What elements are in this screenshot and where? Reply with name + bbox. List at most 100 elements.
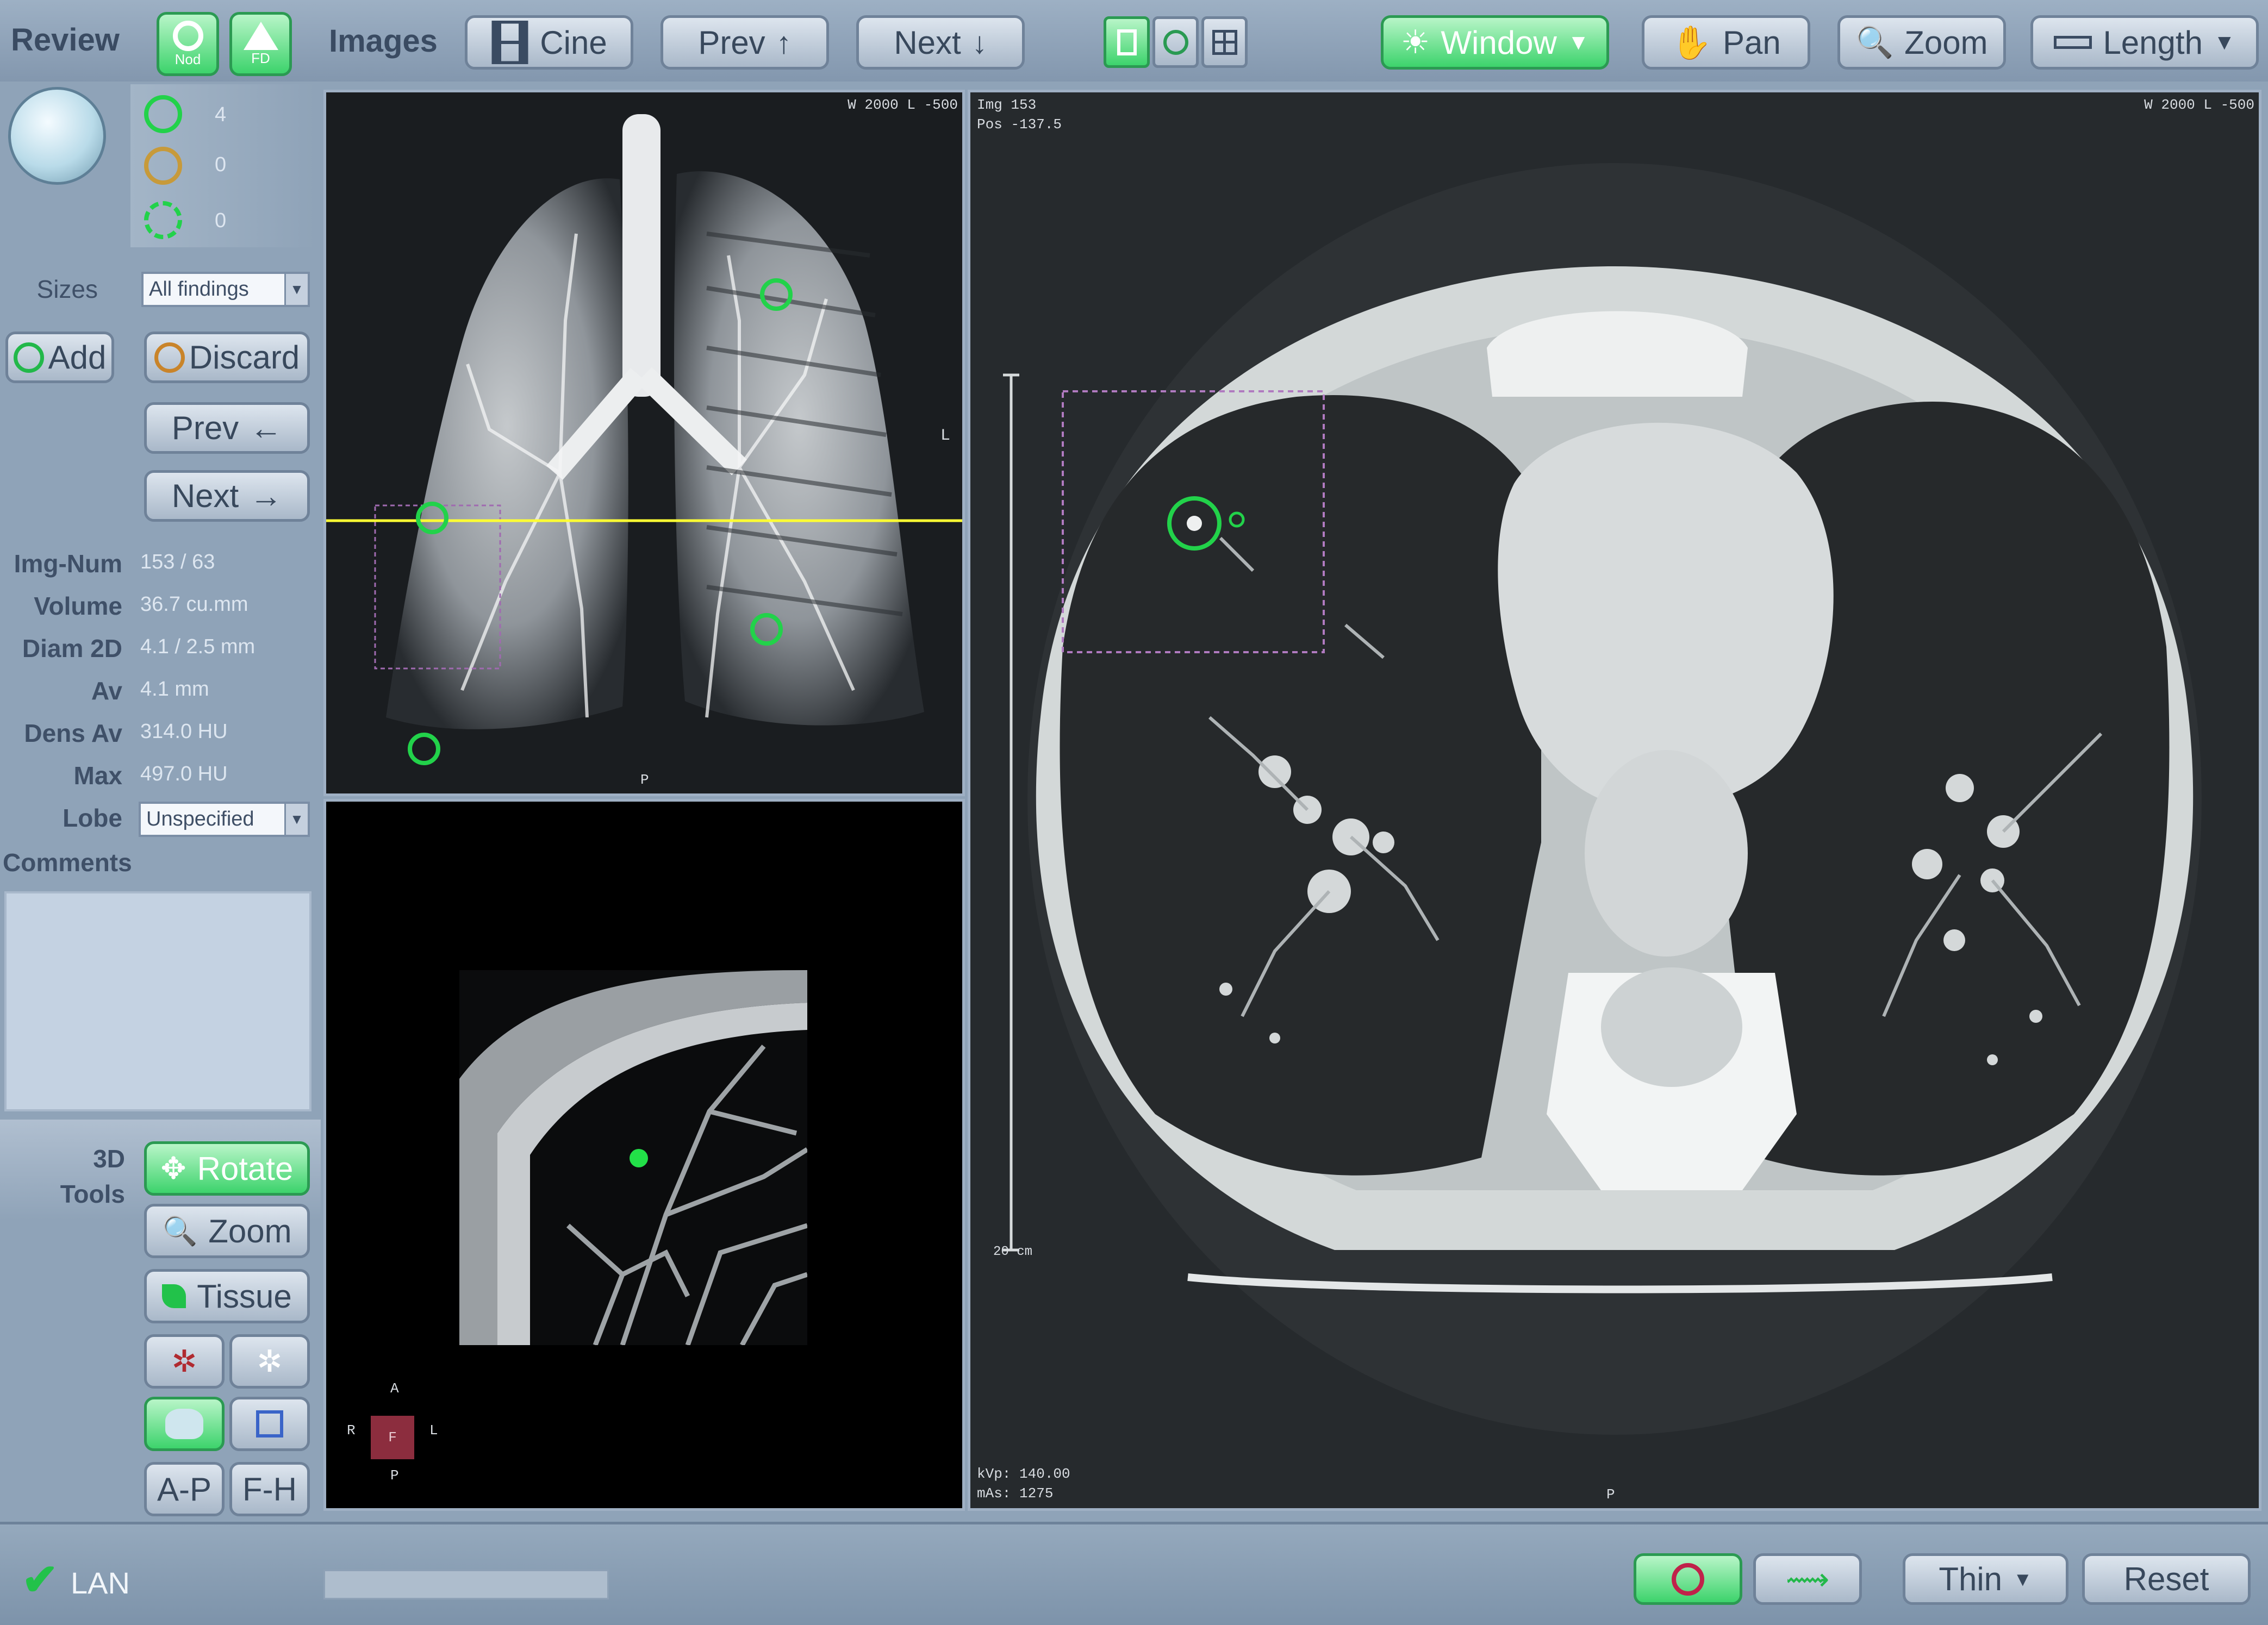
thin-label: Thin (1939, 1561, 2003, 1597)
axial-ct-viewport[interactable]: Img 153 Pos -137.5 W 2000 L -500 20 cm k… (968, 90, 2261, 1511)
tools-title-tools: Tools (60, 1180, 125, 1208)
nodule-mode-button[interactable]: Nod (157, 12, 219, 76)
lobe-select[interactable]: Unspecified ▼ (139, 802, 310, 837)
prev-image-button[interactable]: Prev ↑ (661, 15, 829, 70)
orient-center-label: F (388, 1429, 397, 1446)
mip-bottom-label: P (640, 772, 649, 788)
layout-single-button[interactable] (1104, 16, 1150, 68)
orient-l-label: L (429, 1422, 438, 1439)
sizes-value: All findings (149, 278, 249, 301)
reset-button[interactable]: Reset (2082, 1553, 2251, 1605)
ap-view-button[interactable]: A-P (144, 1462, 225, 1516)
img-num-label: Img-Num (14, 549, 122, 578)
zoom-3d-label: Zoom (208, 1212, 292, 1249)
pan-button[interactable]: ✋ Pan (1642, 15, 1810, 70)
next-image-button[interactable]: Next ↓ (856, 15, 1025, 70)
img-num-value: 153 / 63 (140, 551, 215, 573)
orientation-cube[interactable]: F (371, 1416, 414, 1459)
zoom-label: Zoom (1904, 24, 1988, 61)
tissue-label: Tissue (197, 1278, 292, 1315)
diam-2d-value: 4.1 / 2.5 mm (140, 635, 256, 658)
lung-mip-image (326, 114, 962, 765)
leaf-icon (162, 1284, 186, 1308)
prev-image-label: Prev (698, 24, 765, 61)
fd-mode-button[interactable]: FD (229, 12, 292, 76)
nodule-count: 4 (215, 103, 227, 126)
triangle-icon (243, 21, 278, 50)
magnifier-icon: 🔍 (162, 1215, 198, 1247)
chevron-down-icon: ▼ (1567, 30, 1590, 54)
pan-label: Pan (1722, 24, 1781, 61)
lobe-label: Lobe (63, 804, 122, 832)
ruler-icon (2054, 36, 2092, 49)
rotate-button[interactable]: ✥ Rotate (144, 1141, 310, 1196)
circle-icon (13, 342, 44, 373)
max-label: Max (73, 761, 122, 790)
orient-p-label: P (390, 1467, 399, 1484)
rx-logo (8, 87, 106, 185)
cube-icon (256, 1410, 283, 1438)
lobe-value: Unspecified (146, 808, 254, 830)
chevron-down-icon: ▼ (284, 274, 308, 305)
thin-dropdown-button[interactable]: Thin ▼ (1903, 1553, 2068, 1605)
zoom-3d-button[interactable]: 🔍 Zoom (144, 1204, 310, 1258)
mas-text: mAs: 1275 (977, 1485, 1054, 1502)
orient-a-label: A (390, 1380, 399, 1397)
av-label: Av (91, 677, 122, 705)
cube-view-button[interactable] (229, 1397, 310, 1451)
chevron-down-icon: ▼ (284, 804, 308, 835)
chevron-down-icon: ▼ (2213, 30, 2235, 54)
axial-ct-image (1003, 163, 2202, 1435)
add-finding-button[interactable]: Add (5, 332, 114, 383)
fh-view-button[interactable]: F-H (229, 1462, 310, 1516)
diam-2d-label: Diam 2D (22, 634, 122, 662)
layout-circle-button[interactable] (1152, 16, 1199, 68)
tissue-button[interactable]: Tissue (144, 1269, 310, 1323)
vessel-toggle-button[interactable]: ⟿ (1753, 1553, 1862, 1605)
sizes-label: Sizes (36, 275, 98, 303)
sun-icon: ☀ (1400, 24, 1430, 60)
vessel-toggle-icon: ⟿ (1785, 1561, 1830, 1596)
sizes-select[interactable]: All findings ▼ (141, 272, 310, 307)
arrow-down-icon: ↓ (971, 25, 987, 60)
vessels-white-button[interactable]: ✲ (229, 1334, 310, 1389)
prev-finding-button[interactable]: Prev ← (144, 402, 310, 454)
cine-button[interactable]: Cine (465, 15, 633, 70)
next-finding-button[interactable]: Next → (144, 470, 310, 522)
zoom-button[interactable]: 🔍 Zoom (1837, 15, 2006, 70)
ap-label: A-P (157, 1471, 212, 1508)
magnifier-icon: 🔍 (1855, 25, 1894, 59)
mip-3d-viewport[interactable]: W 2000 L -500 L P (323, 90, 965, 796)
nodule-toggle-button[interactable] (1634, 1553, 1742, 1605)
layout-grid-button[interactable] (1201, 16, 1248, 68)
reset-label: Reset (2123, 1561, 2209, 1597)
circle-icon (172, 20, 203, 51)
chevron-down-icon: ▼ (2013, 1567, 2033, 1590)
next-finding-label: Next (171, 478, 239, 514)
volume-label: Volume (34, 592, 122, 620)
comments-textarea[interactable] (4, 891, 311, 1111)
review-label: Review (11, 22, 120, 58)
fh-label: F-H (242, 1471, 297, 1508)
hand-icon: ✋ (1671, 24, 1712, 61)
film-icon (491, 21, 528, 64)
other-count-icon (144, 201, 182, 239)
arrow-left-icon: ← (250, 410, 283, 446)
lungs-icon (165, 1409, 203, 1439)
add-label: Add (48, 339, 107, 376)
nodule-3d-viewport[interactable]: A R F L P (323, 799, 965, 1511)
lungs-view-button[interactable] (144, 1397, 225, 1451)
discard-finding-button[interactable]: Discard (144, 332, 310, 383)
window-dropdown-button[interactable]: ☀ Window ▼ (1381, 15, 1609, 70)
tools-title-3d: 3D (93, 1145, 125, 1173)
length-dropdown-button[interactable]: Length ▼ (2030, 15, 2259, 70)
axial-bottom-label: P (1606, 1486, 1615, 1503)
nod-label: Nod (175, 51, 201, 67)
mip-side-label: L (940, 427, 950, 445)
dens-av-label: Dens Av (24, 719, 122, 747)
vessels-red-button[interactable]: ✲ (144, 1334, 225, 1389)
circle-icon (1163, 29, 1188, 55)
lan-status-label: LAN (71, 1566, 130, 1600)
kvp-text: kVp: 140.00 (977, 1466, 1070, 1482)
rotate-icon: ✥ (160, 1151, 186, 1185)
